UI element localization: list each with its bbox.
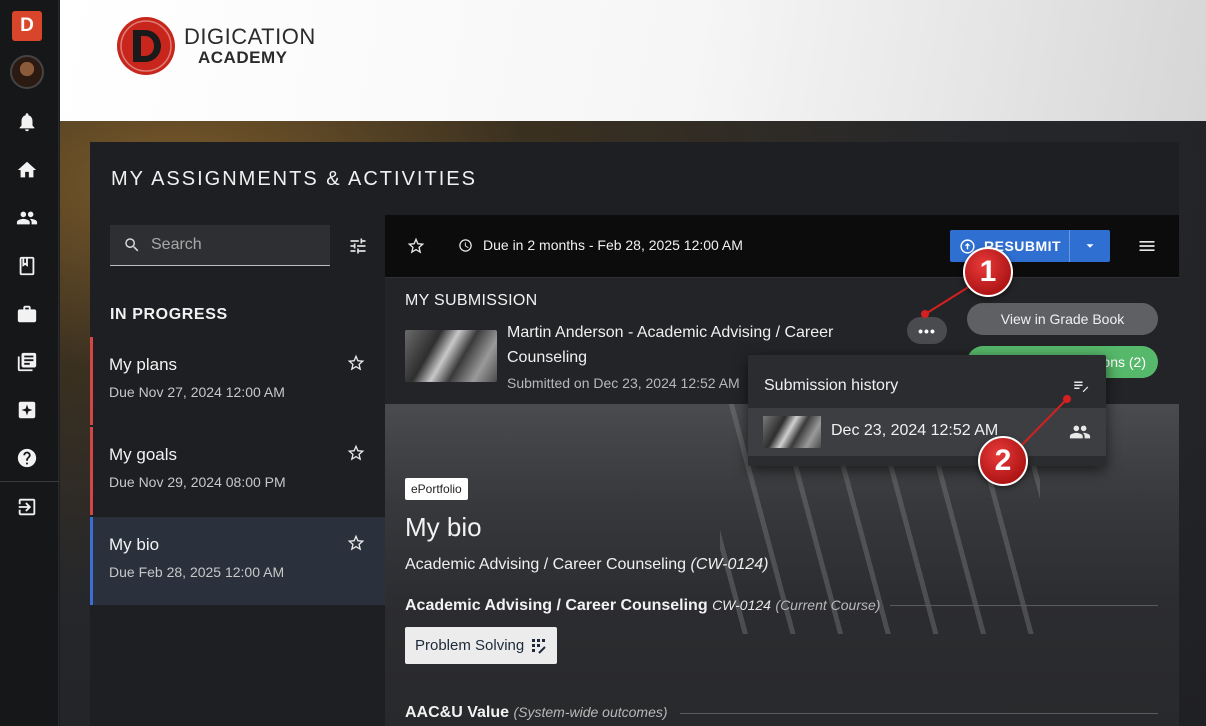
item-due: Due Nov 29, 2024 08:00 PM (109, 474, 286, 490)
section-note: (System-wide outcomes) (513, 704, 668, 720)
outcome-section-system-wide: AAC&U Value (System-wide outcomes) (405, 704, 668, 722)
star-icon[interactable] (406, 236, 426, 256)
left-nav-rail: D (0, 0, 59, 726)
course-code: (CW-0124) (690, 556, 769, 573)
course-line: Academic Advising / Career Counseling (C… (405, 556, 768, 574)
star-icon[interactable] (346, 533, 366, 553)
search-placeholder: Search (151, 236, 202, 253)
user-avatar[interactable] (10, 55, 44, 89)
exit-icon[interactable] (16, 496, 38, 518)
item-due: Due Feb 28, 2025 12:00 AM (109, 564, 285, 580)
assignment-item-my-bio[interactable]: My bio Due Feb 28, 2025 12:00 AM (90, 517, 385, 605)
submission-history-popup: Submission history Dec 23, 2024 12:52 AM (748, 355, 1106, 466)
caret-down-icon (1086, 244, 1094, 248)
menu-icon[interactable] (1137, 236, 1157, 256)
clock-icon (459, 239, 472, 252)
assignment-item-my-plans[interactable]: My plans Due Nov 27, 2024 12:00 AM (90, 337, 385, 425)
briefcase-icon[interactable] (16, 303, 38, 325)
due-date-text: Due in 2 months - Feb 28, 2025 12:00 AM (483, 237, 743, 253)
submission-heading: MY SUBMISSION (405, 292, 538, 309)
sparkle-icon[interactable] (16, 399, 38, 421)
section-label-in-progress: IN PROGRESS (110, 306, 228, 323)
history-date: Dec 23, 2024 12:52 AM (831, 422, 999, 439)
item-due: Due Nov 27, 2024 12:00 AM (109, 384, 285, 400)
logo-text-digication: DIGICATION (184, 24, 316, 49)
status-bar (90, 337, 93, 425)
brand-logo[interactable]: D (12, 11, 42, 41)
callout-badge-2: 2 (978, 436, 1028, 486)
library-icon[interactable] (16, 351, 38, 373)
item-title: My bio (109, 535, 160, 554)
submission-history-title: Submission history (764, 377, 899, 394)
edit-list-icon[interactable] (1071, 377, 1091, 395)
section-divider (890, 605, 1158, 606)
submission-thumbnail[interactable] (405, 330, 497, 382)
page-title: MY ASSIGNMENTS & ACTIVITIES (111, 168, 477, 190)
filter-icon[interactable] (348, 236, 368, 256)
search-icon (125, 238, 139, 252)
item-title: My plans (109, 355, 178, 374)
outcome-chip-problem-solving[interactable]: Problem Solving (405, 627, 557, 664)
bell-icon[interactable] (16, 111, 38, 133)
people-icon[interactable] (16, 207, 38, 229)
section-divider (680, 713, 1158, 714)
star-icon[interactable] (346, 353, 366, 373)
logo-text-academy: ACADEMY (198, 48, 288, 67)
book-icon[interactable] (16, 255, 38, 277)
help-icon[interactable] (16, 447, 38, 469)
section-note: (Current Course) (775, 597, 881, 613)
submission-date: Submitted on Dec 23, 2024 12:52 AM (507, 375, 740, 391)
conversations-button-label: ons (2) (1102, 354, 1146, 370)
history-thumbnail (763, 416, 821, 448)
section-code: CW-0124 (712, 597, 771, 613)
section-title: AAC&U Value (405, 704, 510, 721)
nav-divider (0, 481, 59, 482)
rubric-grid-icon (532, 639, 546, 654)
view-grade-book-button[interactable]: View in Grade Book (967, 303, 1158, 335)
people-icon[interactable] (1069, 421, 1091, 443)
star-icon[interactable] (346, 443, 366, 463)
outcome-section-current-course: Academic Advising / Career Counseling CW… (405, 597, 880, 615)
assignment-title: My bio (405, 512, 482, 542)
home-icon[interactable] (16, 159, 38, 181)
callout-badge-1: 1 (963, 247, 1013, 297)
more-options-button[interactable]: ••• (907, 317, 947, 344)
resubmit-dropdown-button[interactable] (1069, 230, 1110, 262)
status-bar (90, 517, 93, 605)
section-title: Academic Advising / Career Counseling (405, 597, 708, 614)
status-bar (90, 427, 93, 515)
chip-label: Problem Solving (415, 637, 525, 654)
search-input[interactable]: Search (110, 225, 330, 266)
assignment-item-my-goals[interactable]: My goals Due Nov 29, 2024 08:00 PM (90, 427, 385, 515)
item-title: My goals (109, 445, 178, 464)
digication-logo-icon (117, 17, 175, 75)
submission-history-row[interactable]: Dec 23, 2024 12:52 AM (748, 408, 1106, 456)
eportfolio-tag: ePortfolio (405, 478, 468, 500)
course-name: Academic Advising / Career Counseling (405, 556, 687, 573)
